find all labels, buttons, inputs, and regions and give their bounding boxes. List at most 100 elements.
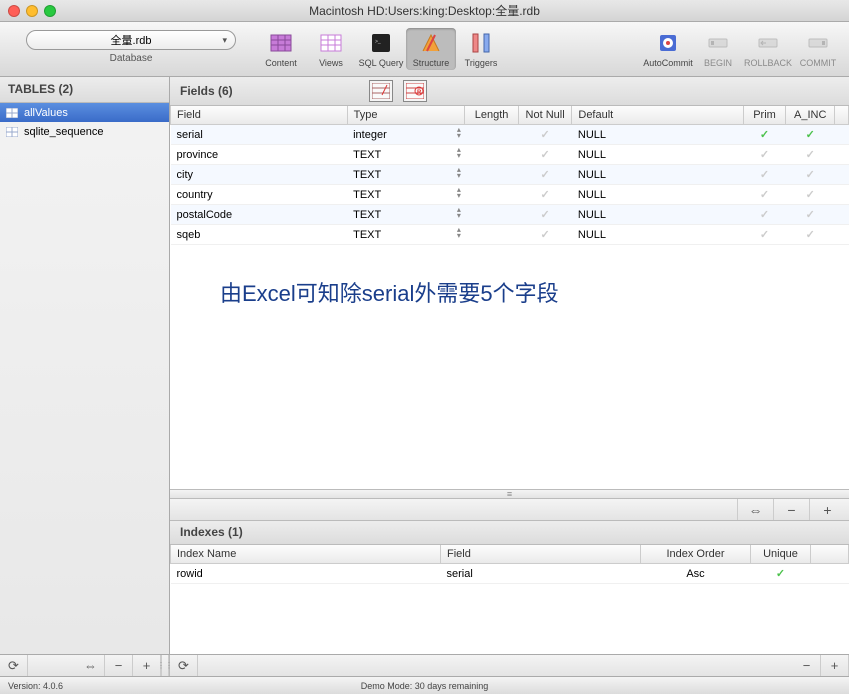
field-name-cell[interactable]: city [171,165,348,185]
field-prim-cell[interactable]: ✓ [743,125,786,145]
col-header-length[interactable]: Length [465,106,519,125]
field-default-cell[interactable]: NULL [572,165,743,185]
fields-action-icon-2[interactable]: R [403,80,427,102]
drag-separator[interactable]: ≡ [170,489,849,499]
field-notnull-cell[interactable]: ✓ [518,145,572,165]
field-type-cell[interactable]: TEXT▴▾ [347,225,465,245]
toolbar-sqlquery-button[interactable]: >_ SQL Query [356,28,406,70]
field-ainc-cell[interactable]: ✓ [786,145,835,165]
field-default-cell[interactable]: NULL [572,125,743,145]
toolbar-structure-button[interactable]: Structure [406,28,456,70]
field-ainc-cell[interactable]: ✓ [786,185,835,205]
type-stepper-icon[interactable]: ▴▾ [457,227,461,239]
field-length-cell[interactable] [465,145,519,165]
check-icon: ✓ [806,129,815,141]
field-type-cell[interactable]: TEXT▴▾ [347,185,465,205]
field-length-cell[interactable] [465,205,519,225]
index-name-cell[interactable]: rowid [171,564,441,584]
field-length-cell[interactable] [465,185,519,205]
field-notnull-cell[interactable]: ✓ [518,205,572,225]
field-type-cell[interactable]: integer▴▾ [347,125,465,145]
field-notnull-cell[interactable]: ✓ [518,165,572,185]
fields-action-icon-1[interactable] [369,80,393,102]
minimize-window-button[interactable] [26,5,38,17]
index-field-cell[interactable]: serial [441,564,641,584]
field-type-cell[interactable]: TEXT▴▾ [347,165,465,185]
field-name-cell[interactable]: country [171,185,348,205]
toolbar-triggers-button[interactable]: Triggers [456,28,506,70]
fields-remove-button[interactable]: − [773,499,809,520]
field-row[interactable]: countryTEXT▴▾✓NULL✓✓ [171,185,849,205]
col-header-type[interactable]: Type [347,106,465,125]
field-ainc-cell[interactable]: ✓ [786,205,835,225]
field-prim-cell[interactable]: ✓ [743,145,786,165]
field-type-cell[interactable]: TEXT▴▾ [347,145,465,165]
idx-col-unique[interactable]: Unique [751,545,811,564]
field-ainc-cell[interactable]: ✓ [786,165,835,185]
field-length-cell[interactable] [465,225,519,245]
sidebar-resize-grip[interactable]: ⋮⋮ [161,655,169,676]
fields-move-button[interactable]: ⇔ [737,499,773,520]
database-combo[interactable]: 全量.rdb [26,30,236,50]
idx-col-name[interactable]: Index Name [171,545,441,564]
field-name-cell[interactable]: sqeb [171,225,348,245]
toolbar-content-button[interactable]: Content [256,28,306,70]
indexes-remove-button[interactable]: − [793,655,821,676]
col-header-default[interactable]: Default [572,106,743,125]
field-ainc-cell[interactable]: ✓ [786,125,835,145]
field-default-cell[interactable]: NULL [572,145,743,165]
idx-col-order[interactable]: Index Order [641,545,751,564]
col-header-field[interactable]: Field [171,106,348,125]
toolbar-rollback-button[interactable]: ROLLBACK [743,28,793,70]
field-name-cell[interactable]: postalCode [171,205,348,225]
field-row[interactable]: cityTEXT▴▾✓NULL✓✓ [171,165,849,185]
sidebar-item-sqlite-sequence[interactable]: sqlite_sequence [0,122,169,141]
type-stepper-icon[interactable]: ▴▾ [457,147,461,159]
field-length-cell[interactable] [465,165,519,185]
field-default-cell[interactable]: NULL [572,225,743,245]
col-header-prim[interactable]: Prim [743,106,786,125]
index-row[interactable]: rowidserialAsc✓ [171,564,849,584]
field-prim-cell[interactable]: ✓ [743,225,786,245]
field-name-cell[interactable]: serial [171,125,348,145]
field-row[interactable]: postalCodeTEXT▴▾✓NULL✓✓ [171,205,849,225]
field-default-cell[interactable]: NULL [572,185,743,205]
field-notnull-cell[interactable]: ✓ [518,185,572,205]
field-length-cell[interactable] [465,125,519,145]
type-stepper-icon[interactable]: ▴▾ [457,167,461,179]
field-row[interactable]: sqebTEXT▴▾✓NULL✓✓ [171,225,849,245]
idx-col-spacer [811,545,849,564]
toolbar-begin-button[interactable]: BEGIN [693,28,743,70]
toolbar-commit-button[interactable]: COMMIT [793,28,843,70]
idx-col-field[interactable]: Field [441,545,641,564]
sidebar-move-button[interactable]: ⇔ [77,655,105,676]
type-stepper-icon[interactable]: ▴▾ [457,127,461,139]
index-order-cell[interactable]: Asc [641,564,751,584]
zoom-window-button[interactable] [44,5,56,17]
toolbar-autocommit-button[interactable]: AutoCommit [643,28,693,70]
field-default-cell[interactable]: NULL [572,205,743,225]
index-unique-cell[interactable]: ✓ [751,564,811,584]
field-notnull-cell[interactable]: ✓ [518,225,572,245]
field-name-cell[interactable]: province [171,145,348,165]
content-refresh-button[interactable]: ⟳ [170,655,198,676]
sidebar-item-allvalues[interactable]: allValues [0,103,169,122]
col-header-notnull[interactable]: Not Null [518,106,572,125]
field-row[interactable]: serialinteger▴▾✓NULL✓✓ [171,125,849,145]
type-stepper-icon[interactable]: ▴▾ [457,187,461,199]
sidebar-remove-button[interactable]: − [105,655,133,676]
field-ainc-cell[interactable]: ✓ [786,225,835,245]
field-row[interactable]: provinceTEXT▴▾✓NULL✓✓ [171,145,849,165]
fields-add-button[interactable]: + [809,499,845,520]
field-prim-cell[interactable]: ✓ [743,205,786,225]
field-type-cell[interactable]: TEXT▴▾ [347,205,465,225]
field-prim-cell[interactable]: ✓ [743,185,786,205]
close-window-button[interactable] [8,5,20,17]
field-prim-cell[interactable]: ✓ [743,165,786,185]
toolbar-views-button[interactable]: Views [306,28,356,70]
field-notnull-cell[interactable]: ✓ [518,125,572,145]
sidebar-refresh-button[interactable]: ⟳ [0,655,28,676]
type-stepper-icon[interactable]: ▴▾ [457,207,461,219]
indexes-add-button[interactable]: + [821,655,849,676]
col-header-ainc[interactable]: A_INC [786,106,835,125]
